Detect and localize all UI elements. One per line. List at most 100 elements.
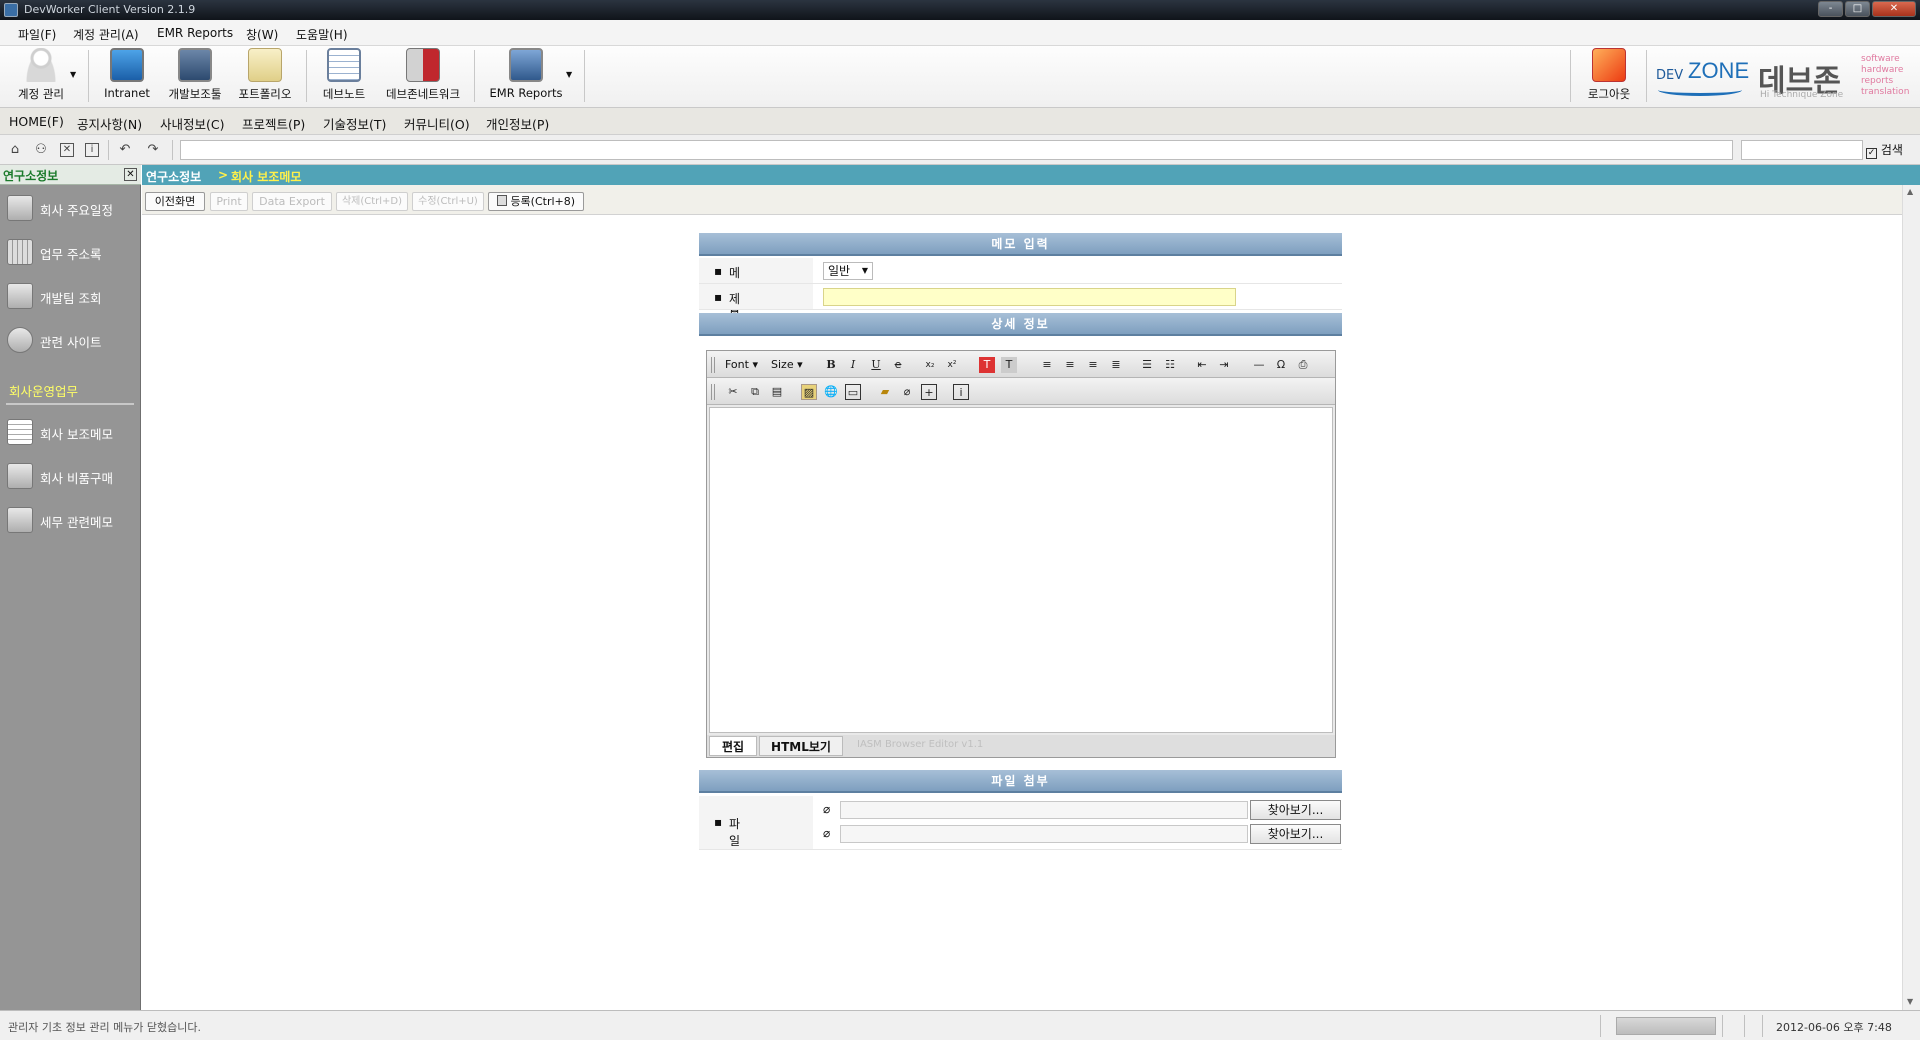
font-dropdown[interactable]: Font ▾ xyxy=(725,358,758,371)
ordered-list-icon[interactable]: ☰ xyxy=(1139,357,1155,373)
emr-reports-label: EMR Reports xyxy=(489,86,563,100)
bold-icon[interactable]: B xyxy=(823,357,839,373)
insert-file-icon[interactable]: + xyxy=(921,384,937,400)
paste-icon[interactable]: ▤ xyxy=(769,384,785,400)
sidebar-item-related-sites[interactable]: 관련 사이트 xyxy=(0,321,141,357)
indent-icon[interactable]: ⇥ xyxy=(1216,357,1232,373)
undo-icon[interactable]: ↶ xyxy=(118,143,132,157)
attachment-icon[interactable]: ⌀ xyxy=(899,384,915,400)
nav-home[interactable]: HOME(F) xyxy=(9,114,64,129)
browse-button-1[interactable]: 찾아보기... xyxy=(1250,800,1341,820)
paperclip-icon: ⌀ xyxy=(823,826,831,840)
outdent-icon[interactable]: ⇤ xyxy=(1194,357,1210,373)
close-window-button[interactable]: ✕ xyxy=(1872,1,1916,17)
print-button[interactable]: Print xyxy=(210,192,248,211)
sidebar-item-purchase[interactable]: 회사 비품구매 xyxy=(0,457,141,493)
register-button[interactable]: 등록(Ctrl+8) xyxy=(488,192,584,211)
editor-content-area[interactable] xyxy=(709,407,1333,733)
url-input[interactable] xyxy=(180,140,1733,160)
nav-notice[interactable]: 공지사항(N) xyxy=(77,114,142,133)
align-justify-icon[interactable]: ≣ xyxy=(1108,357,1124,373)
unordered-list-icon[interactable]: ☷ xyxy=(1162,357,1178,373)
size-dropdown[interactable]: Size ▾ xyxy=(771,358,803,371)
menu-help[interactable]: 도움말(H) xyxy=(296,26,348,43)
intranet-button[interactable]: Intranet xyxy=(98,48,156,100)
home-icon[interactable]: ⌂ xyxy=(8,143,22,157)
devzone-network-button[interactable]: 데브존네트워크 xyxy=(380,48,466,102)
info-icon[interactable]: i xyxy=(85,143,99,157)
background-color-icon[interactable]: T xyxy=(1001,357,1017,373)
file-path-input-2[interactable] xyxy=(840,825,1248,843)
portfolio-button[interactable]: 포트폴리오 xyxy=(232,48,298,102)
align-center-icon[interactable]: ≡ xyxy=(1062,357,1078,373)
copy-icon[interactable]: ⧉ xyxy=(747,384,763,400)
toolbar-grip xyxy=(711,357,715,373)
sidebar-item-dev-team[interactable]: 개발팀 조회 xyxy=(0,277,141,313)
nav-company-info[interactable]: 사내정보(C) xyxy=(160,114,224,133)
app-icon xyxy=(4,3,18,17)
file-path-input-1[interactable] xyxy=(840,801,1248,819)
editor-brand: IASM Browser Editor v1.1 xyxy=(857,739,984,750)
scroll-up-icon[interactable]: ▲ xyxy=(1907,187,1913,196)
search-button[interactable]: ✓ 검색 xyxy=(1866,140,1914,160)
emr-reports-button[interactable]: EMR Reports xyxy=(484,48,568,100)
nav-project[interactable]: 프로젝트(P) xyxy=(242,114,305,133)
logout-button[interactable]: 로그아웃 xyxy=(1578,48,1640,102)
horizontal-rule-icon[interactable]: — xyxy=(1251,357,1267,373)
italic-icon[interactable]: I xyxy=(845,357,861,373)
align-left-icon[interactable]: ≡ xyxy=(1039,357,1055,373)
info-icon[interactable]: i xyxy=(953,384,969,400)
link-icon[interactable]: 🌐 xyxy=(823,384,839,400)
table-icon[interactable]: ▭ xyxy=(845,384,861,400)
prev-screen-button[interactable]: 이전화면 xyxy=(145,192,205,211)
menu-window[interactable]: 창(W) xyxy=(246,26,278,43)
tab-edit[interactable]: 편집 xyxy=(709,736,757,756)
redo-icon[interactable]: ↷ xyxy=(146,143,160,157)
status-divider xyxy=(1744,1015,1745,1037)
browse-button-2[interactable]: 찾아보기... xyxy=(1250,824,1341,844)
align-right-icon[interactable]: ≡ xyxy=(1085,357,1101,373)
devnote-button[interactable]: 데브노트 xyxy=(314,48,374,102)
open-folder-icon[interactable]: ▰ xyxy=(877,384,893,400)
edit-button[interactable]: 수정(Ctrl+U) xyxy=(412,192,484,211)
subscript-icon[interactable]: x₂ xyxy=(922,357,938,373)
account-button[interactable]: 계정 관리 xyxy=(12,48,70,102)
print-icon[interactable]: ⎙ xyxy=(1295,357,1311,373)
title-input[interactable] xyxy=(823,288,1236,306)
breadcrumb-parent[interactable]: 연구소정보 xyxy=(146,168,201,185)
sidebar-item-schedule[interactable]: 회사 주요일정 xyxy=(0,189,141,225)
menu-account[interactable]: 계정 관리(A) xyxy=(73,26,139,43)
chevron-down-icon[interactable]: ▼ xyxy=(566,70,572,79)
users-icon[interactable]: ⚇ xyxy=(34,143,48,157)
superscript-icon[interactable]: x² xyxy=(944,357,960,373)
menu-file[interactable]: 파일(F) xyxy=(18,26,56,43)
tab-html-view[interactable]: HTML보기 xyxy=(759,736,843,756)
minimize-button[interactable]: - xyxy=(1818,1,1843,17)
close-icon[interactable]: ✕ xyxy=(60,143,74,157)
data-export-button[interactable]: Data Export xyxy=(252,192,332,211)
memo-status-label-cell: ▪ 메모 상태 xyxy=(699,258,813,331)
scroll-down-icon[interactable]: ▼ xyxy=(1907,997,1913,1006)
sidebar-item-memo[interactable]: 회사 보조메모 xyxy=(0,413,141,449)
chevron-down-icon[interactable]: ▼ xyxy=(70,70,76,79)
nav-tech-info[interactable]: 기술정보(T) xyxy=(323,114,386,133)
vertical-scrollbar[interactable]: ▲ ▼ xyxy=(1902,185,1920,1010)
cut-icon[interactable]: ✂ xyxy=(725,384,741,400)
menu-emr-reports[interactable]: EMR Reports xyxy=(157,26,233,40)
image-icon[interactable]: ▨ xyxy=(801,384,817,400)
search-input[interactable] xyxy=(1741,140,1863,160)
strikethrough-icon[interactable]: e xyxy=(890,357,906,373)
dev-tools-button[interactable]: 개발보조툴 xyxy=(162,48,228,102)
text-color-icon[interactable]: T xyxy=(979,357,995,373)
memo-status-select[interactable]: 일반 ▼ xyxy=(823,262,873,280)
underline-icon[interactable]: U xyxy=(868,357,884,373)
special-char-icon[interactable]: Ω xyxy=(1273,357,1289,373)
sidebar-item-tax-memo[interactable]: 세무 관련메모 xyxy=(0,501,141,537)
nav-personal-info[interactable]: 개인정보(P) xyxy=(486,114,549,133)
maximize-button[interactable]: □ xyxy=(1845,1,1870,17)
sidebar-item-address-book[interactable]: 업무 주소록 xyxy=(0,233,141,269)
delete-button[interactable]: 삭제(Ctrl+D) xyxy=(336,192,408,211)
sidebar-close-icon[interactable]: ✕ xyxy=(124,168,137,181)
nav-community[interactable]: 커뮤니티(O) xyxy=(404,114,470,133)
toolbar-divider xyxy=(584,50,585,102)
